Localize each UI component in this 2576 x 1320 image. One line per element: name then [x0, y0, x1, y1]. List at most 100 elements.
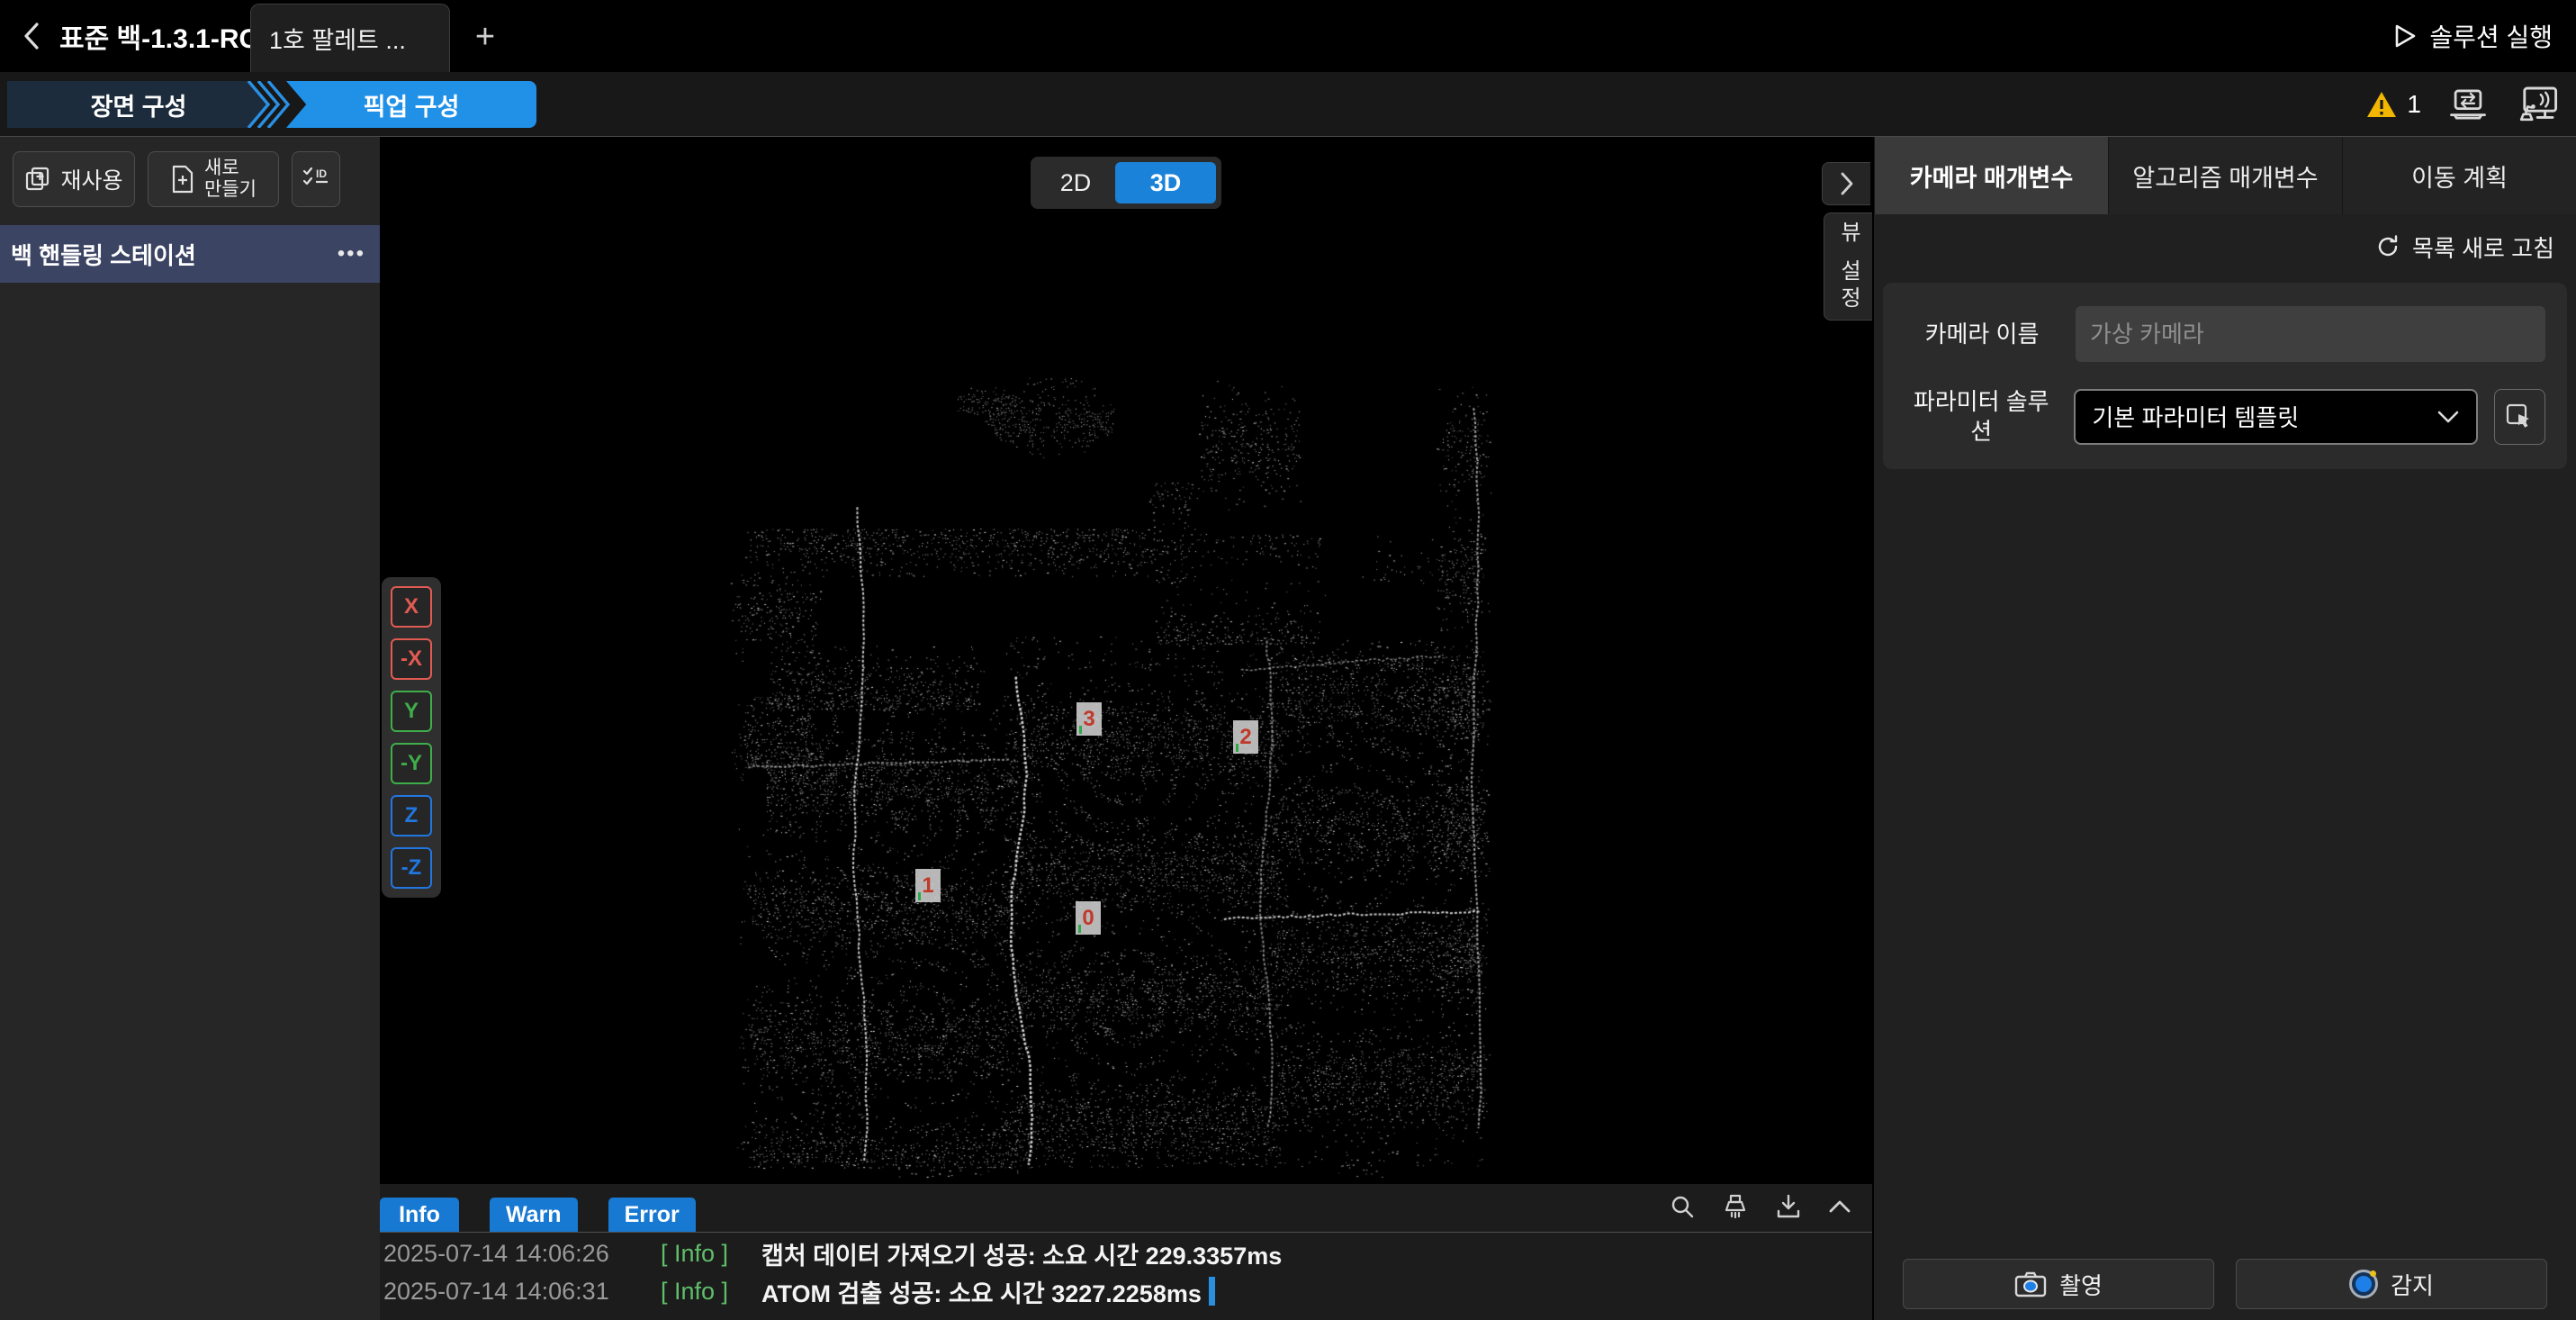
log-export-button[interactable] [1775, 1193, 1802, 1220]
station-list-item[interactable]: 백 핸들링 스테이션 ••• [0, 225, 380, 283]
capture-label: 촬영 [2059, 1271, 2103, 1299]
download-icon [1777, 1194, 1800, 1218]
refresh-icon [2378, 235, 2398, 257]
detect-label: 감지 [2391, 1271, 2434, 1299]
step-pick-config[interactable]: 픽업 구성 [286, 81, 536, 128]
step-scene-config[interactable]: 장면 구성 [7, 81, 270, 128]
detection-label: 2 [1233, 720, 1258, 754]
io-monitor-button[interactable] [2448, 86, 2488, 122]
log-entry: 2025-07-14 14:06:31 [ Info ] ATOM 검출 성공:… [380, 1272, 1872, 1310]
log-search-button[interactable] [1669, 1193, 1696, 1220]
create-new-button[interactable]: 새로 만들기 [148, 151, 279, 207]
log-timestamp: 2025-07-14 14:06:26 [383, 1239, 609, 1267]
view-2d-button[interactable]: 2D [1036, 169, 1115, 197]
chevron-left-icon [24, 23, 39, 50]
parameter-tab-label: 이동 계획 [2411, 164, 2508, 192]
add-tab-button[interactable]: + [464, 16, 506, 58]
solution-tab-label: 1호 팔레트 ... [269, 27, 406, 54]
log-entries: 2025-07-14 14:06:26 [ Info ] 캡처 데이터 가져오기… [380, 1233, 1872, 1310]
log-level-badge: [ Info ] [661, 1239, 729, 1267]
robot-simulation-button[interactable] [2515, 86, 2558, 123]
log-message: 캡처 데이터 가져오기 성공: 소요 시간 229.3357ms [761, 1242, 1283, 1270]
point-cloud-viewport[interactable]: 3210 2D 3D X -X Y -Y Z -Z 뷰 설정 [380, 137, 1872, 1184]
step-scene-label: 장면 구성 [90, 93, 187, 121]
axis-button-label: -X [401, 646, 422, 671]
log-entry: 2025-07-14 14:06:26 [ Info ] 캡처 데이터 가져오기… [380, 1234, 1872, 1272]
axis-view-button[interactable]: -Z [391, 847, 432, 889]
axis-view-button[interactable]: Y [391, 691, 432, 732]
id-list-button[interactable]: ID [292, 151, 340, 207]
copy-plus-icon [26, 167, 50, 191]
chevron-down-icon [2437, 411, 2458, 422]
workflow-step-bar: 장면 구성 픽업 구성 1 [0, 72, 2576, 137]
axis-buttons-panel: X -X Y -Y Z -Z [382, 577, 441, 898]
log-timestamp: 2025-07-14 14:06:31 [383, 1277, 609, 1305]
warning-count: 1 [2407, 90, 2421, 118]
refresh-list-button[interactable]: 목록 새로 고침 [1874, 214, 2576, 279]
camera-icon [2014, 1271, 2047, 1297]
svg-text:ID: ID [316, 167, 327, 180]
station-list-panel: 재사용 새로 만들기 ID 백 핸들링 스테이션 ••• [0, 137, 380, 1320]
axis-button-label: X [403, 594, 419, 619]
run-solution-button[interactable]: 솔루션 실행 [2393, 0, 2553, 72]
view-mode-toggle: 2D 3D [1031, 157, 1221, 209]
station-more-button[interactable]: ••• [338, 241, 365, 267]
axis-view-button[interactable]: -Y [391, 743, 432, 784]
parameter-solution-label: 파라미터 솔루션 [1913, 388, 2049, 445]
axis-view-button[interactable]: -X [391, 638, 432, 680]
log-filter-button[interactable]: Warn [490, 1198, 578, 1232]
parameters-panel: 카메라 매개변수 알고리즘 매개변수 이동 계획 목록 새로 고침 카메라 이름 [1872, 137, 2576, 1320]
camera-settings-card: 카메라 이름 파라미터 솔루션 기본 파라미터 템플릿 [1883, 283, 2567, 469]
detect-icon [2349, 1270, 2379, 1298]
capture-button[interactable]: 촬영 [1903, 1259, 2214, 1309]
log-message: ATOM 검출 성공: 소요 시간 3227.2258ms [761, 1279, 1202, 1307]
reuse-label: 재사용 [60, 168, 123, 194]
axis-button-label: -Y [401, 751, 422, 775]
checklist-id-icon: ID [302, 167, 328, 185]
axis-view-button[interactable]: Z [391, 795, 432, 836]
parameter-tab-label: 알고리즘 매개변수 [2132, 164, 2319, 192]
view-settings-tab[interactable]: 뷰 설정 [1824, 212, 1872, 321]
log-clear-button[interactable] [1721, 1193, 1750, 1220]
step-pick-label: 픽업 구성 [363, 93, 460, 121]
chevron-right-icon [1841, 172, 1852, 195]
select-cursor-icon [2507, 403, 2530, 428]
axis-button-label: -Z [401, 855, 422, 880]
collapse-panel-button[interactable] [1822, 162, 1870, 205]
parameter-solution-value: 기본 파라미터 템플릿 [2092, 404, 2300, 431]
view-3d-button[interactable]: 3D [1115, 162, 1216, 203]
app-window: 표준 백-1.3.1-RC 1호 팔레트 ... + 솔루션 실행 장면 구성 … [0, 0, 2576, 1320]
log-filter-button[interactable]: Error [608, 1198, 696, 1232]
warning-indicator[interactable]: 1 [2365, 90, 2421, 119]
create-new-label: 새로 만들기 [204, 157, 257, 200]
parameter-tab[interactable]: 카메라 매개변수 [1874, 137, 2108, 214]
step-chevron-decoration [247, 81, 291, 128]
select-solution-button[interactable] [2493, 388, 2545, 445]
detect-button[interactable]: 감지 [2236, 1259, 2547, 1309]
laptop-transfer-icon [2450, 89, 2486, 120]
parameter-tab-label: 카메라 매개변수 [1909, 164, 2074, 192]
log-text-cursor [1208, 1277, 1215, 1306]
view-settings-label: 뷰 설정 [1836, 220, 1860, 313]
axis-button-label: Y [403, 699, 419, 723]
point-cloud-canvas[interactable] [380, 137, 1872, 1184]
camera-name-label: 카메라 이름 [1924, 320, 2040, 348]
title-bar: 표준 백-1.3.1-RC 1호 팔레트 ... + 솔루션 실행 [0, 0, 2576, 72]
reuse-button[interactable]: 재사용 [13, 151, 135, 207]
parameter-solution-select[interactable]: 기본 파라미터 템플릿 [2074, 388, 2478, 445]
log-collapse-button[interactable] [1827, 1198, 1852, 1216]
refresh-list-label: 목록 새로 고침 [2412, 234, 2554, 262]
file-plus-icon [172, 165, 194, 194]
parameter-tab[interactable]: 이동 계획 [2342, 137, 2576, 214]
run-solution-label: 솔루션 실행 [2429, 23, 2553, 51]
parameter-tab[interactable]: 알고리즘 매개변수 [2108, 137, 2342, 214]
log-level-badge: [ Info ] [661, 1277, 729, 1305]
station-name: 백 핸들링 스테이션 [11, 241, 196, 269]
chevron-up-icon [1829, 1200, 1851, 1213]
axis-view-button[interactable]: X [391, 586, 432, 628]
camera-name-input[interactable] [2076, 306, 2545, 362]
solution-tab[interactable]: 1호 팔레트 ... [250, 4, 450, 72]
warning-icon [2367, 92, 2397, 117]
back-button[interactable] [16, 18, 47, 54]
log-filter-button[interactable]: Info [380, 1198, 459, 1232]
